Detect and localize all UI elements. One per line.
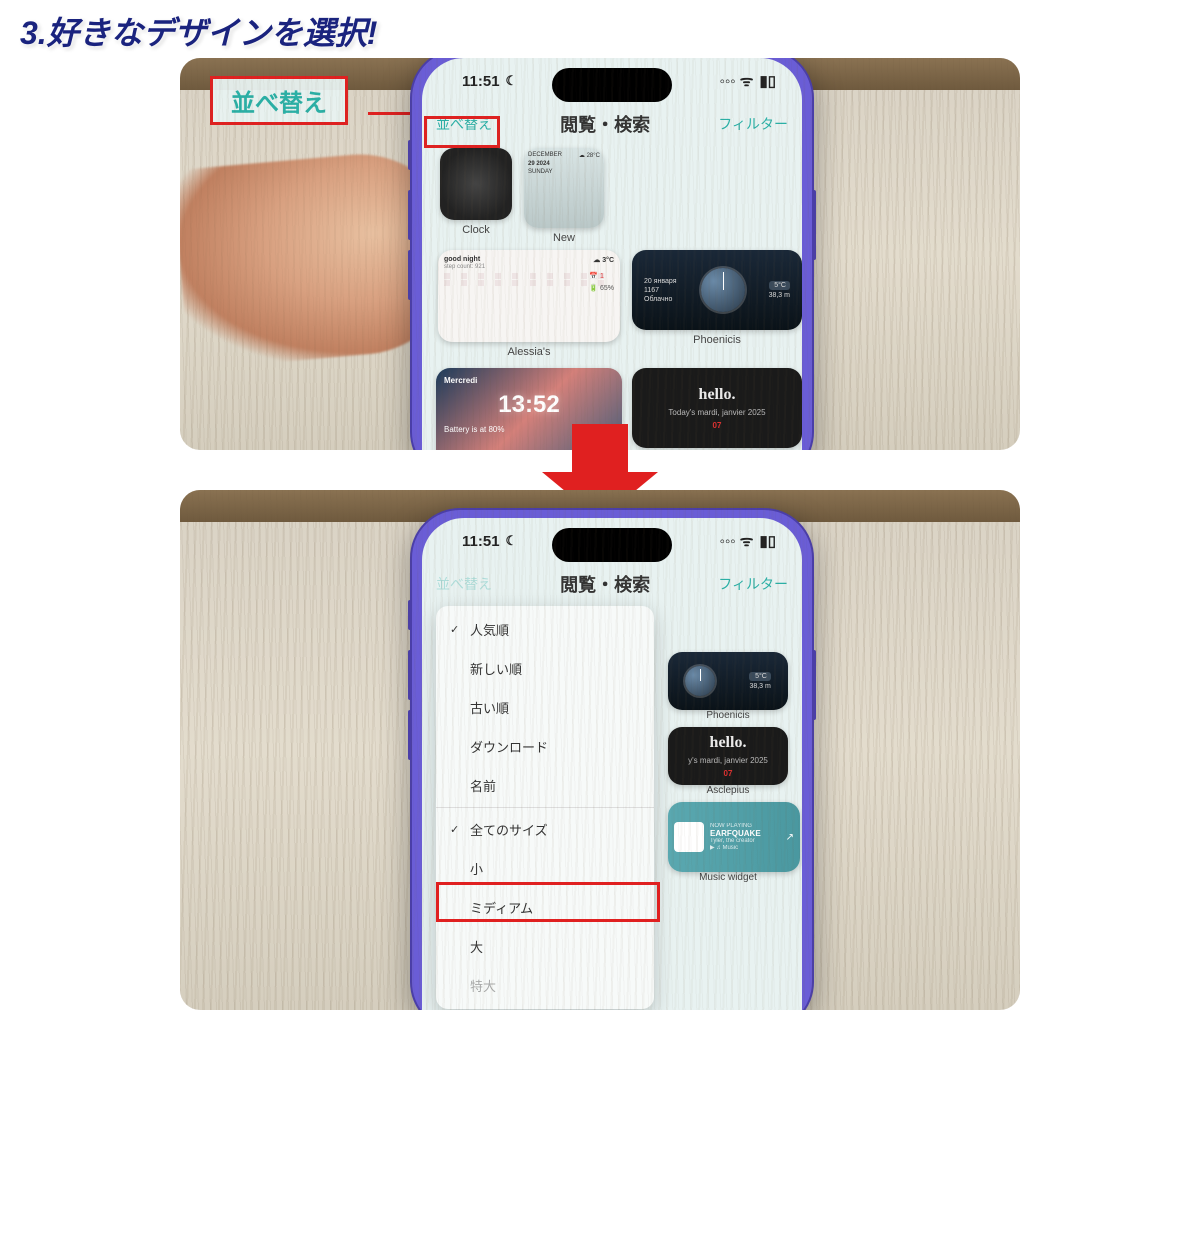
- widget-new[interactable]: DECEMBER☁ 28°C 29 2024 SUNDAY New: [524, 148, 604, 244]
- status-bar: 11:51 ☾ ◦◦◦ ᯤ ▮▯: [436, 518, 788, 564]
- widget-alessia[interactable]: good night☁ 3°C step count: 921 📅 1🔋 65%…: [436, 250, 622, 358]
- focus-moon-icon: ☾: [506, 73, 518, 89]
- widget-clock-label: Clock: [462, 224, 490, 236]
- widget-clock[interactable]: Clock: [440, 148, 512, 244]
- widget-asclepius-label: Asclepius: [668, 785, 788, 796]
- menu-item-download[interactable]: ダウンロード: [436, 727, 654, 766]
- sort-callout-label: 並べ替え: [210, 76, 348, 125]
- menu-item-popular[interactable]: ✓人気順: [436, 610, 654, 649]
- battery-icon: ▮▯: [759, 72, 776, 90]
- widget-music-label: Music widget: [668, 872, 788, 883]
- status-time: 11:51: [462, 533, 500, 550]
- widget-asclepius[interactable]: hello. y's mardi, janvier 2025 07 Asclep…: [668, 727, 788, 796]
- widget-hello[interactable]: hello. Today's mardi, janvier 2025 07: [632, 368, 802, 450]
- menu-item-oldest[interactable]: 古い順: [436, 688, 654, 727]
- panel-after: 11:51 ☾ ◦◦◦ ᯤ ▮▯ 並べ替え 閲覧・検索 フィルター ✓人気順 新しい…: [180, 490, 1020, 1010]
- filter-button[interactable]: フィルター: [718, 114, 788, 134]
- page-title: 閲覧・検索: [560, 571, 650, 597]
- panel-before: 並べ替え 11:51☾ ◦◦◦ ᯤ▮▯ 並べ替え 閲覧・検索 フィルター: [180, 58, 1020, 450]
- menu-item-newest[interactable]: 新しい順: [436, 649, 654, 688]
- status-bar: 11:51 ☾ ◦◦◦ ᯤ ▮▯: [436, 58, 788, 104]
- status-time: 11:51: [462, 73, 500, 90]
- focus-moon-icon: ☾: [506, 533, 518, 549]
- page-title: 閲覧・検索: [560, 111, 650, 137]
- sort-menu: ✓人気順 新しい順 古い順 ダウンロード 名前 ✓全てのサイズ 小 ミディアム …: [436, 606, 654, 1009]
- menu-item-xlarge[interactable]: 特大: [436, 966, 654, 1005]
- widget-phoenicis[interactable]: 20 января1167Облачно 5°C38,3 m Phoenicis: [632, 250, 802, 358]
- sort-button[interactable]: 並べ替え: [436, 574, 492, 594]
- widget-phoenicis[interactable]: 5°C38,3 m Phoenicis: [668, 652, 788, 721]
- wifi-icon: ◦◦◦ ᯤ: [720, 71, 754, 91]
- widget-phoenicis-label: Phoenicis: [668, 710, 788, 721]
- menu-item-name[interactable]: 名前: [436, 766, 654, 805]
- menu-item-large[interactable]: 大: [436, 927, 654, 966]
- wifi-icon: ◦◦◦ ᯤ: [720, 531, 754, 551]
- filter-button[interactable]: フィルター: [718, 574, 788, 594]
- widget-music[interactable]: NOW PLAYING EARFQUAKE Tyler, the creator…: [668, 802, 788, 883]
- share-icon: ↗: [786, 832, 794, 843]
- instruction-title: 3.好きなデザインを選択!: [0, 0, 1200, 58]
- widget-phoenicis-label: Phoenicis: [693, 334, 741, 346]
- iphone-frame: 11:51 ☾ ◦◦◦ ᯤ ▮▯ 並べ替え 閲覧・検索 フィルター ✓人気順 新しい…: [410, 508, 814, 1010]
- widget-alessia-label: Alessia's: [507, 346, 550, 358]
- medium-highlight: [436, 882, 660, 922]
- battery-icon: ▮▯: [759, 532, 776, 550]
- menu-item-all-sizes[interactable]: ✓全てのサイズ: [436, 810, 654, 849]
- widget-new-label: New: [553, 232, 575, 244]
- sort-button-highlight: [424, 116, 500, 148]
